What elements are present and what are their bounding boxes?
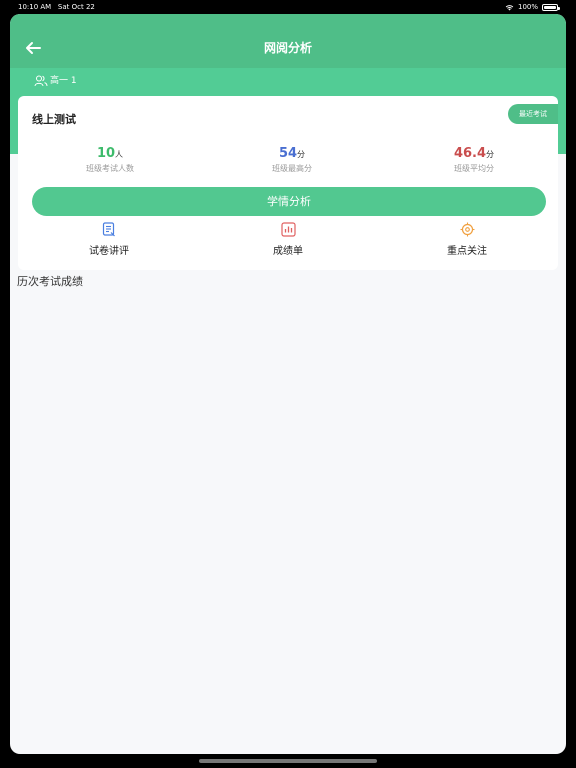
history-scores-title: 历次考试成绩 [17,275,83,288]
wifi-icon [505,4,514,10]
status-bar: 10:10 AM Sat Oct 22 100% [0,0,576,14]
report-chart-icon [280,222,296,237]
status-date: Sat Oct 22 [57,3,95,11]
home-indicator[interactable] [199,759,377,763]
exam-summary-card: 线上测试 最近考试 10人 班级考试人数 54分 班级最高分 46.4分 班级平… [18,96,558,270]
class-selector[interactable]: 高一 1 [34,75,77,87]
stat-label: 班级考试人数 [86,164,134,173]
stat-exam-count: 10人 班级考试人数 [50,142,170,174]
status-time: 10:10 AM [18,3,52,11]
status-time-date: 10:10 AM Sat Oct 22 [18,0,95,14]
stat-value: 10 [96,146,116,161]
learning-analysis-button[interactable]: 学情分析 [32,187,546,216]
app-screen: 网阅分析 高一 1 线上测试 最近考试 10人 班级考试人数 54分 班级最高分… [10,14,566,754]
battery-percentage: 100% [517,3,538,11]
paper-review-tool[interactable]: 试卷讲评 [54,222,164,257]
page-title: 网阅分析 [263,41,312,55]
target-icon [460,222,474,237]
recent-exam-button[interactable]: 最近考试 [508,104,558,124]
stat-label: 班级最高分 [272,164,312,173]
exam-title: 线上测试 [32,113,76,126]
stat-label: 班级平均分 [454,164,494,173]
stat-highest-score: 54分 班级最高分 [232,142,352,174]
tool-label: 试卷讲评 [89,246,129,257]
stat-unit: 分 [297,150,306,159]
class-name: 高一 1 [50,76,77,86]
report-card-tool[interactable]: 成绩单 [233,222,343,257]
users-icon [34,75,48,87]
navigation-bar: 网阅分析 [10,14,566,68]
battery-icon [542,3,560,11]
stat-unit: 分 [486,150,495,159]
status-indicators: 100% [505,0,560,14]
stat-value: 46.4 [453,146,487,161]
key-focus-tool[interactable]: 重点关注 [412,222,522,257]
tool-label: 重点关注 [447,246,487,257]
stat-average-score: 46.4分 班级平均分 [414,142,534,174]
tool-label: 成绩单 [273,246,303,257]
stat-unit: 人 [115,150,124,159]
stat-value: 54 [278,146,298,161]
paper-review-icon [102,222,115,237]
